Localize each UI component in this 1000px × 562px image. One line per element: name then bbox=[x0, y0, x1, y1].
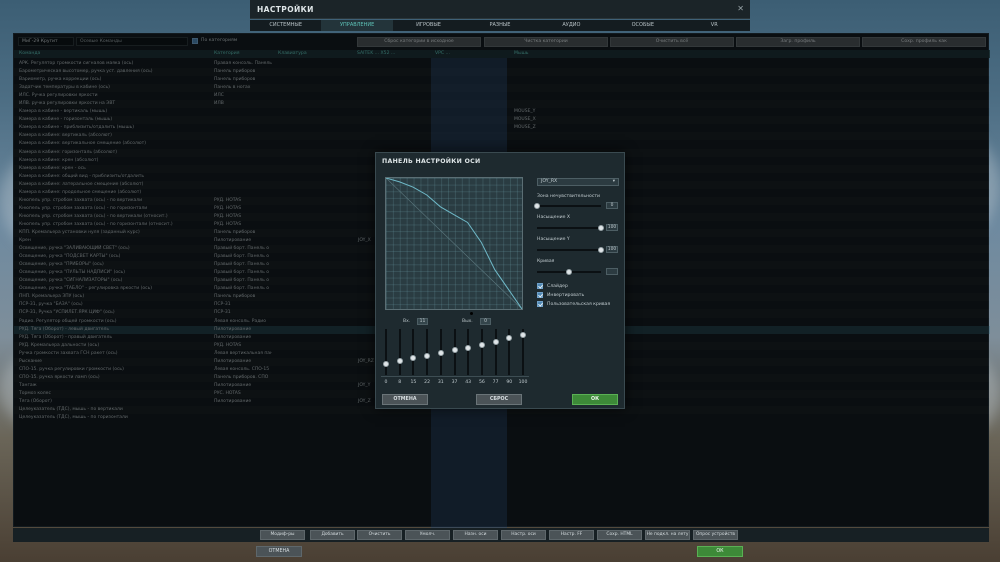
curve-point-slider-knob[interactable] bbox=[396, 358, 403, 365]
window-title: НАСТРОЙКИ bbox=[257, 5, 314, 14]
curve-point-sliders: 0 8 15 22 31 37 43 56 77 90 100 bbox=[376, 327, 536, 387]
curve-point-value: 56 bbox=[478, 380, 485, 385]
curve-point-slider-track[interactable] bbox=[385, 329, 387, 375]
curve-point-slider-knob[interactable] bbox=[465, 345, 472, 352]
axis-select[interactable]: JOY_RX ▾ bbox=[537, 178, 619, 186]
saturation-x-slider-track[interactable] bbox=[537, 227, 601, 229]
assign-axis-button[interactable]: Назн. оси bbox=[453, 530, 498, 540]
curvature-slider-knob[interactable] bbox=[566, 269, 572, 275]
curve-point-value: 0 bbox=[384, 380, 388, 385]
close-icon[interactable]: ✕ bbox=[737, 4, 744, 13]
curve-point-slider-track[interactable] bbox=[467, 329, 470, 375]
tab-controls[interactable]: УПРАВЛЕНИЕ bbox=[321, 20, 393, 31]
curve-point-slider-knob[interactable] bbox=[383, 360, 389, 367]
poll-devices-button[interactable]: Опрос устройств bbox=[693, 530, 738, 540]
curve-point-slider-knob[interactable] bbox=[478, 342, 485, 349]
curve-point-slider-knob[interactable] bbox=[424, 352, 431, 359]
footer-ok-button[interactable]: ОК bbox=[697, 546, 743, 557]
add-button[interactable]: Добавить bbox=[310, 530, 355, 540]
default-button[interactable]: Умолч. bbox=[405, 530, 450, 540]
curve-point-slider-track[interactable] bbox=[398, 329, 401, 375]
invert-checkbox-label: Инвертировать bbox=[547, 293, 585, 298]
tab-system[interactable]: СИСТЕМНЫЕ bbox=[250, 20, 321, 31]
saturation-y-value[interactable]: 100 bbox=[606, 246, 618, 253]
axis-select-value: JOY_RX bbox=[541, 179, 558, 184]
tab-special[interactable]: ОСОБЫЕ bbox=[607, 20, 678, 31]
curve-point-slider-knob[interactable] bbox=[437, 350, 444, 357]
curve-point-slider-track[interactable] bbox=[480, 329, 483, 375]
hot-plug-button[interactable]: Не подкл. на лету bbox=[645, 530, 690, 540]
axis-tune-dialog: ПАНЕЛЬ НАСТРОЙКИ ОСИ Вх. 11 Вых. 0 0 8 15 2… bbox=[375, 152, 625, 409]
curve-point-slider-knob[interactable] bbox=[492, 338, 499, 345]
curve-point-slider-knob[interactable] bbox=[451, 347, 458, 354]
slider-checkbox[interactable] bbox=[537, 283, 543, 289]
saturation-x-slider-knob[interactable] bbox=[598, 225, 604, 231]
bottom-toolbar: Модиф-ры Добавить Очистить Умолч. Назн. … bbox=[13, 528, 989, 542]
curve-point-value: 37 bbox=[451, 380, 458, 385]
save-html-button[interactable]: Сохр. HTML bbox=[597, 530, 642, 540]
curve-point-value: 77 bbox=[492, 380, 499, 385]
dialog-cancel-button[interactable]: ОТМЕНА bbox=[382, 394, 428, 405]
dialog-ok-button[interactable]: ОК bbox=[572, 394, 618, 405]
slider-checkbox-label: Слайдер bbox=[547, 284, 568, 289]
curve-point-slider-knob[interactable] bbox=[520, 331, 526, 338]
curve-point-value: 15 bbox=[410, 380, 417, 385]
tab-vr[interactable]: VR bbox=[679, 20, 750, 31]
custom-curve-checkbox[interactable] bbox=[537, 301, 543, 307]
saturation-x-label: Насыщение X bbox=[537, 215, 570, 220]
input-label: Вх. bbox=[403, 319, 411, 324]
output-label: Вых. bbox=[462, 319, 473, 324]
tab-audio[interactable]: АУДИО bbox=[536, 20, 607, 31]
curve-point-value: 8 bbox=[398, 380, 402, 385]
output-value: 0 bbox=[480, 318, 491, 325]
saturation-y-label: Насыщение Y bbox=[537, 237, 570, 242]
tab-misc[interactable]: РАЗНЫЕ bbox=[464, 20, 535, 31]
dialog-title: ПАНЕЛЬ НАСТРОЙКИ ОСИ bbox=[382, 158, 481, 165]
saturation-x-value[interactable]: 100 bbox=[606, 224, 618, 231]
curvature-value[interactable] bbox=[606, 268, 618, 275]
curve-point-value: 43 bbox=[465, 380, 472, 385]
invert-checkbox[interactable] bbox=[537, 292, 543, 298]
clear-button[interactable]: Очистить bbox=[357, 530, 402, 540]
curve-point-slider-knob[interactable] bbox=[506, 335, 513, 342]
curve-point-slider-track[interactable] bbox=[494, 329, 497, 375]
footer-cancel-button[interactable]: ОТМЕНА bbox=[256, 546, 302, 557]
curvature-label: Кривая bbox=[537, 259, 555, 264]
settings-window-header: НАСТРОЙКИ ✕ bbox=[250, 0, 750, 19]
deadzone-value[interactable]: 0 bbox=[606, 202, 618, 209]
input-value: 11 bbox=[417, 318, 428, 325]
curve-point-value: 22 bbox=[424, 380, 431, 385]
linear-reference-line bbox=[386, 178, 522, 309]
axis-tune-button[interactable]: Настр. оси bbox=[501, 530, 546, 540]
chevron-down-icon: ▾ bbox=[612, 179, 615, 184]
settings-tabs: СИСТЕМНЫЕ УПРАВЛЕНИЕ ИГРОВЫЕ РАЗНЫЕ АУДИ… bbox=[250, 20, 750, 31]
saturation-y-slider-knob[interactable] bbox=[598, 247, 604, 253]
deadzone-slider-track[interactable] bbox=[537, 205, 601, 207]
dialog-reset-button[interactable]: СБРОС bbox=[476, 394, 522, 405]
custom-curve-checkbox-label: Пользовательская кривая bbox=[547, 302, 611, 307]
tab-gameplay[interactable]: ИГРОВЫЕ bbox=[393, 20, 464, 31]
response-curve-graph bbox=[385, 177, 523, 310]
curve-point-slider-knob[interactable] bbox=[410, 355, 417, 362]
curve-point-value: 31 bbox=[437, 380, 444, 385]
curve-point-value: 100 bbox=[518, 380, 528, 385]
curve-point-value: 90 bbox=[506, 380, 513, 385]
ff-tune-button[interactable]: Настр. FF bbox=[549, 530, 594, 540]
curve-point-slider-track[interactable] bbox=[412, 329, 415, 375]
marker-dot bbox=[470, 312, 473, 315]
deadzone-slider-knob[interactable] bbox=[534, 203, 540, 209]
modifiers-button[interactable]: Модиф-ры bbox=[260, 530, 305, 540]
response-curve-svg bbox=[386, 178, 522, 309]
saturation-y-slider-track[interactable] bbox=[537, 249, 601, 251]
deadzone-label: Зона нечувствительности bbox=[537, 194, 601, 199]
